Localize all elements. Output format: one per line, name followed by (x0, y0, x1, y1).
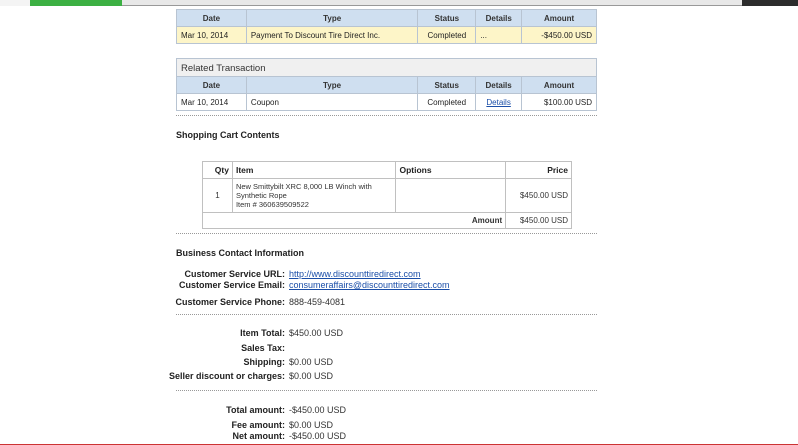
customer-service-phone-value: 888-459-4081 (289, 297, 346, 307)
transaction-details: ... (475, 26, 523, 44)
cart-col-options: Options (395, 161, 507, 179)
divider (176, 233, 597, 234)
related-amount: $100.00 USD (521, 93, 597, 111)
cart-col-price: Price (505, 161, 572, 179)
fee-amount-label: Fee amount: (231, 420, 285, 430)
cart-amount-label: Amount (201, 212, 507, 229)
transaction-amount: -$450.00 USD (521, 26, 597, 44)
customer-service-email-link[interactable]: consumeraffairs@discounttiredirect.com (289, 280, 450, 290)
customer-service-phone-label: Customer Service Phone: (175, 297, 285, 307)
customer-service-url-link[interactable]: http://www.discounttiredirect.com (289, 269, 421, 279)
related-transaction-table: Date Type Status Details Amount Mar 10, … (176, 76, 597, 111)
fee-amount-value: $0.00 USD (289, 420, 334, 430)
item-total-label: Item Total: (240, 328, 285, 338)
col-date: Date (176, 9, 247, 27)
transaction-header-row: Date Type Status Details Amount (176, 9, 597, 27)
net-amount-label: Net amount: (232, 431, 286, 441)
cart-amount-row: Amount $450.00 USD (201, 212, 572, 229)
net-amount-value: -$450.00 USD (289, 431, 347, 441)
cart-item-price: $450.00 USD (505, 178, 572, 213)
seller-discount-value: $0.00 USD (289, 371, 334, 381)
related-col-type: Type (245, 76, 419, 94)
related-row: Mar 10, 2014 Coupon Completed Details $1… (176, 93, 597, 111)
divider (176, 115, 597, 116)
shipping-label: Shipping: (243, 357, 286, 367)
cart-item-options (395, 178, 507, 213)
cart-item-name-line2: Synthetic Rope (235, 191, 287, 200)
divider (176, 314, 597, 315)
total-amount-value: -$450.00 USD (289, 405, 347, 415)
cart-col-item: Item (231, 161, 397, 179)
transaction-table: Date Type Status Details Amount Mar 10, … (176, 9, 597, 44)
seller-discount-label: Seller discount or charges: (168, 371, 285, 381)
related-col-details: Details (475, 76, 523, 94)
related-details-cell: Details (475, 93, 523, 111)
transaction-status: Completed (417, 26, 477, 44)
transaction-type: Payment To Discount Tire Direct Inc. (245, 26, 419, 44)
item-total-value: $450.00 USD (289, 328, 344, 338)
related-col-amount: Amount (521, 76, 597, 94)
divider (176, 390, 597, 391)
cart-item-number: Item # 360639509522 (235, 200, 309, 209)
contact-section-title: Business Contact Information (176, 248, 305, 258)
transaction-date: Mar 10, 2014 (176, 26, 247, 44)
cart-col-qty: Qty (202, 161, 233, 179)
related-transaction-panel: Related Transaction (176, 58, 597, 77)
col-details: Details (475, 9, 523, 27)
customer-service-url-value: http://www.discounttiredirect.com (289, 269, 421, 279)
related-date: Mar 10, 2014 (176, 93, 247, 111)
cart-item-name-line1: New Smittybilt XRC 8,000 LB Winch with (235, 182, 372, 191)
related-col-status: Status (417, 76, 477, 94)
related-col-date: Date (176, 76, 247, 94)
transaction-details-page: Date Type Status Details Amount Mar 10, … (0, 6, 798, 445)
total-amount-label: Total amount: (226, 405, 285, 415)
col-amount: Amount (521, 9, 597, 27)
cart-item-description: New Smittybilt XRC 8,000 LB Winch with S… (231, 178, 397, 213)
col-type: Type (245, 9, 419, 27)
customer-service-url-label: Customer Service URL: (184, 269, 285, 279)
cart-item-row: 1 New Smittybilt XRC 8,000 LB Winch with… (202, 178, 572, 213)
related-status: Completed (417, 93, 477, 111)
customer-service-email-label: Customer Service Email: (178, 280, 285, 290)
transaction-row: Mar 10, 2014 Payment To Discount Tire Di… (176, 26, 597, 44)
related-type: Coupon (245, 93, 419, 111)
related-details-link[interactable]: Details (486, 98, 510, 107)
customer-service-email-value: consumeraffairs@discounttiredirect.com (289, 280, 450, 290)
cart-amount-value: $450.00 USD (505, 212, 572, 229)
sales-tax-label: Sales Tax: (241, 343, 285, 353)
related-transaction-title: Related Transaction (181, 63, 266, 74)
related-header-row: Date Type Status Details Amount (176, 76, 597, 94)
cart-header-row: Qty Item Options Price (202, 161, 572, 179)
cart-table: Qty Item Options Price 1 New Smittybilt … (201, 161, 572, 229)
shipping-value: $0.00 USD (289, 357, 334, 367)
cart-item-qty: 1 (202, 178, 233, 213)
cart-section-title: Shopping Cart Contents (176, 130, 280, 140)
col-status: Status (417, 9, 477, 27)
